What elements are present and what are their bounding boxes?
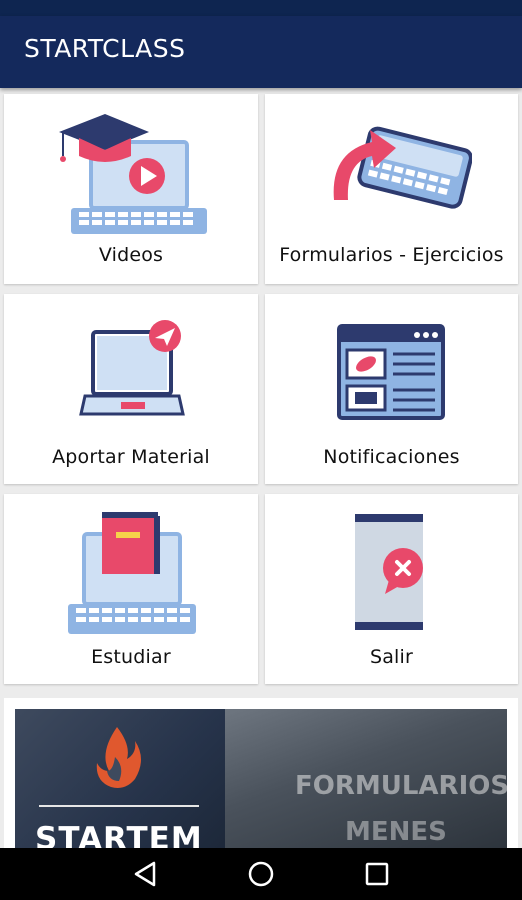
recents-icon[interactable] — [360, 858, 394, 890]
app-title: STARTCLASS — [24, 34, 186, 63]
flame-logo-icon — [96, 727, 141, 788]
phone-keyboard-arrow-icon — [265, 112, 518, 227]
promo-banner[interactable]: STARTEM FORMULARIOS MENES — [4, 698, 518, 858]
menu-label: Estudiar — [91, 646, 171, 668]
menu-card-videos[interactable]: Videos — [4, 94, 258, 284]
navigation-bar — [0, 848, 522, 900]
app-bar: STARTCLASS — [0, 16, 522, 88]
menu-label: Aportar Material — [52, 446, 210, 468]
menu-label: Videos — [98, 244, 164, 266]
phone-close-icon — [265, 512, 518, 634]
menu-card-aportar-material[interactable]: Aportar Material — [4, 294, 258, 484]
menu-label: Formularios - Ejercicios — [279, 244, 504, 266]
banner-text-top: FORMULARIOS — [295, 771, 507, 801]
laptop-book-icon — [4, 508, 258, 638]
menu-label: Notificaciones — [323, 446, 460, 468]
banner-divider — [39, 805, 199, 807]
banner-text-bottom: MENES — [345, 817, 447, 847]
menu-card-salir[interactable]: Salir — [265, 494, 518, 684]
browser-window-links-icon — [265, 324, 518, 422]
banner-image: STARTEM FORMULARIOS MENES — [15, 709, 507, 858]
home-icon[interactable] — [244, 858, 278, 890]
status-bar — [0, 0, 522, 16]
laptop-paper-plane-icon — [4, 318, 258, 423]
menu-card-notificaciones[interactable]: Notificaciones — [265, 294, 518, 484]
laptop-graduation-cap-play-icon — [4, 104, 258, 239]
back-icon[interactable] — [128, 858, 162, 890]
menu-label: Salir — [369, 646, 414, 668]
menu-card-estudiar[interactable]: Estudiar — [4, 494, 258, 684]
menu-card-formularios[interactable]: Formularios - Ejercicios — [265, 94, 518, 284]
